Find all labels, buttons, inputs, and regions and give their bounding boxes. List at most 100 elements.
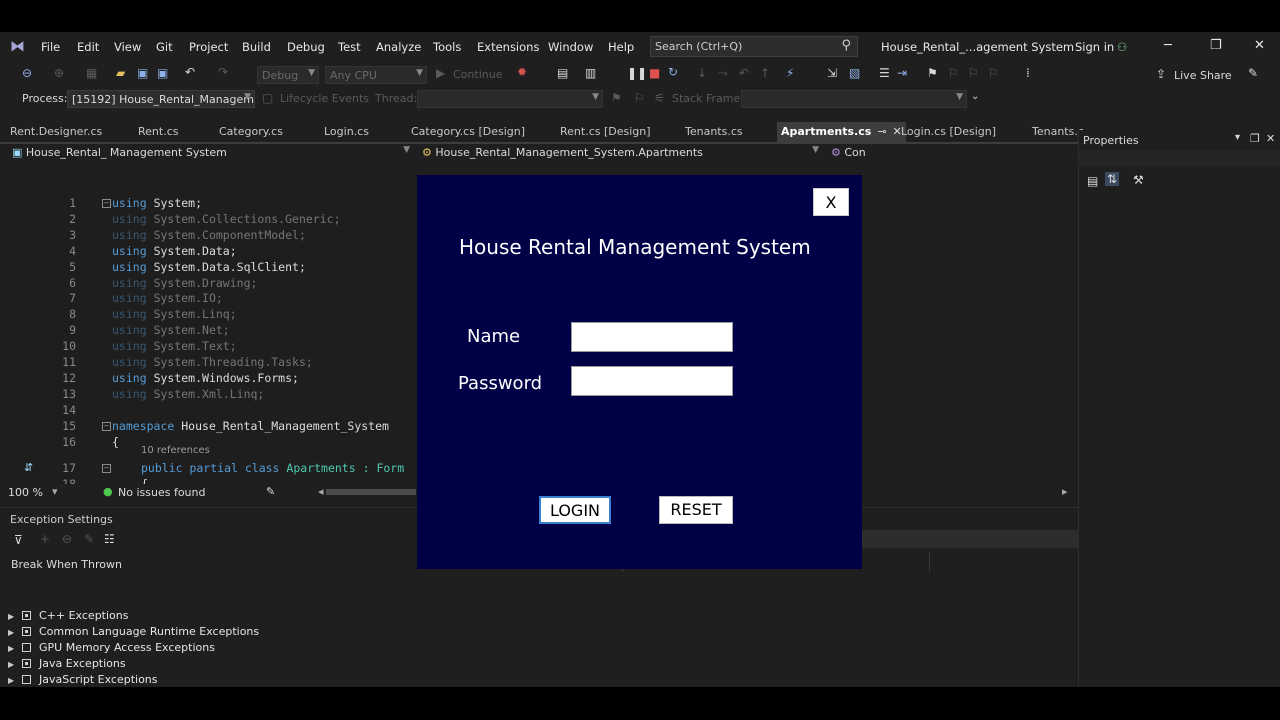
designer-glyph-icon[interactable]: ⇵ [24, 461, 33, 474]
thread-filter-icon[interactable]: ⚐ [634, 91, 645, 105]
open-folder-icon[interactable]: ▰ [116, 66, 125, 80]
next-bookmark-icon[interactable]: ⚐ [968, 66, 979, 80]
brush-icon[interactable]: ✎ [266, 485, 275, 498]
pause-icon[interactable]: ❚❚ [627, 66, 647, 80]
fold-toggle-icon[interactable]: − [102, 199, 111, 208]
menu-window[interactable]: Window [548, 40, 593, 54]
diagnostics-icon[interactable]: ⚡ [786, 66, 794, 80]
live-share-button[interactable]: Live Share [1174, 69, 1232, 82]
tab-rent-design[interactable]: Rent.cs [Design] [560, 125, 651, 138]
forward-icon[interactable]: ⊕ [54, 66, 64, 80]
menu-analyze[interactable]: Analyze [376, 40, 421, 54]
expand-icon[interactable]: ▶ [8, 644, 22, 653]
close-button[interactable]: X [813, 188, 849, 216]
live-share-icon[interactable]: ⇪ [1156, 67, 1166, 81]
expand-icon[interactable]: ▶ [8, 676, 22, 685]
prev-bookmark-icon[interactable]: ⚐ [948, 66, 959, 80]
minimize-icon[interactable]: ─ [1164, 38, 1172, 53]
menu-help[interactable]: Help [608, 40, 634, 54]
browser-icon[interactable]: ▤ [557, 66, 568, 80]
indent-icon[interactable]: ⇥ [897, 66, 907, 80]
configuration-dropdown[interactable]: Debug ▼ [257, 66, 319, 84]
redo-icon[interactable]: ↷ [218, 65, 228, 79]
flag-icon[interactable]: ⚑ [611, 91, 622, 105]
horizontal-scrollbar[interactable] [326, 489, 416, 495]
expand-icon[interactable]: ▶ [8, 612, 22, 621]
close-window-icon[interactable]: ✕ [1254, 38, 1265, 53]
continue-button[interactable]: Continue [453, 68, 502, 81]
exception-category-row[interactable]: ▶ C++ Exceptions [8, 609, 128, 622]
exception-checkbox[interactable] [22, 611, 31, 620]
thread-dropdown[interactable]: ▼ [417, 90, 603, 108]
back-icon[interactable]: ⊖ [22, 66, 32, 80]
exception-category-row[interactable]: ▶ GPU Memory Access Exceptions [8, 641, 215, 654]
hot-reload-icon[interactable]: ✹ [517, 65, 527, 79]
maximize-icon[interactable]: ❐ [1250, 132, 1260, 145]
chevron-down-icon[interactable]: ▾ [52, 485, 58, 498]
menu-debug[interactable]: Debug [287, 40, 325, 54]
exception-category-row[interactable]: ▶ Common Language Runtime Exceptions [8, 625, 259, 638]
reset-button[interactable]: RESET [659, 496, 733, 524]
project-dropdown[interactable]: ▣ House_Rental_ Management System ▼ [8, 144, 413, 162]
member-dropdown[interactable]: ⚙ Con [827, 144, 917, 162]
zoom-level[interactable]: 100 % [8, 486, 43, 499]
lifecycle-icon[interactable]: ▢ [262, 91, 273, 105]
sign-in-link[interactable]: Sign in [1075, 40, 1114, 54]
select-icon[interactable]: ⇲ [827, 66, 837, 80]
properties-object-selector[interactable] [1079, 150, 1280, 166]
menu-build[interactable]: Build [242, 40, 271, 54]
lifecycle-events[interactable]: Lifecycle Events [280, 92, 369, 105]
expand-icon[interactable]: ▶ [8, 660, 22, 669]
menu-edit[interactable]: Edit [77, 40, 99, 54]
chevron-down-icon[interactable]: ▾ [1235, 132, 1240, 143]
threads-icon[interactable]: ⚟ [654, 91, 665, 105]
save-icon[interactable]: ▣ [137, 66, 148, 80]
menu-view[interactable]: View [114, 40, 141, 54]
new-item-icon[interactable]: ▦ [86, 66, 97, 80]
scroll-right-icon[interactable]: ▸ [1062, 485, 1068, 498]
pin-icon[interactable]: ⊸ [877, 125, 886, 138]
property-pages-icon[interactable]: ⚒ [1133, 173, 1144, 187]
login-button[interactable]: LOGIN [539, 496, 611, 524]
menu-extensions[interactable]: Extensions [477, 40, 539, 54]
restart-icon[interactable]: ↻ [668, 65, 678, 79]
account-icon[interactable]: ⚇ [1117, 40, 1127, 54]
overflow-icon[interactable]: ⁞ [1026, 66, 1030, 80]
expand-icon[interactable]: ▶ [8, 628, 22, 637]
align-icon[interactable]: ☰ [879, 66, 890, 80]
fold-toggle-icon[interactable]: − [102, 421, 111, 431]
undo-icon[interactable]: ↶ [185, 65, 195, 79]
menu-file[interactable]: File [41, 40, 60, 54]
step-out-icon[interactable]: ↑ [760, 66, 770, 80]
exception-search-box[interactable] [862, 530, 1078, 548]
platform-dropdown[interactable]: Any CPU ▼ [325, 66, 427, 84]
step-into-icon[interactable]: ↓ [697, 66, 707, 80]
tab-rent-designer[interactable]: Rent.Designer.cs [10, 125, 102, 138]
close-icon[interactable]: ✕ [1266, 132, 1275, 145]
restore-icon[interactable]: ❐ [1210, 38, 1222, 53]
name-input[interactable] [571, 322, 733, 352]
play-icon[interactable]: ▶ [436, 66, 445, 80]
tab-tenants[interactable]: Tenants.cs [685, 125, 743, 138]
stack-frame-dropdown[interactable]: ▼ [741, 90, 967, 108]
step-over-icon[interactable]: ⤳ [718, 66, 728, 81]
exception-checkbox[interactable] [22, 643, 31, 652]
exception-category-row[interactable]: ▶ JavaScript Exceptions [8, 673, 158, 686]
bookmark-icon[interactable]: ⚑ [927, 66, 938, 80]
issues-status[interactable]: No issues found [118, 486, 205, 499]
live-visual-tree-icon[interactable]: ▧ [849, 66, 860, 80]
edit-icon[interactable]: ✎ [84, 532, 94, 546]
menu-tools[interactable]: Tools [433, 40, 461, 54]
toolbar-overflow-icon[interactable]: ⌄ [971, 91, 979, 102]
exception-checkbox[interactable] [22, 675, 31, 684]
exception-category-row[interactable]: ▶ Java Exceptions [8, 657, 126, 670]
exception-checkbox[interactable] [22, 627, 31, 636]
menu-git[interactable]: Git [156, 40, 173, 54]
vs-logo-icon[interactable]: ⧓ [10, 37, 25, 55]
clear-bookmarks-icon[interactable]: ⚐ [988, 66, 999, 80]
tab-category-design[interactable]: Category.cs [Design] [411, 125, 525, 138]
menu-project[interactable]: Project [189, 40, 228, 54]
alphabetical-icon[interactable]: ⇅ [1105, 172, 1120, 186]
stop-icon[interactable]: ■ [649, 66, 660, 80]
remove-icon[interactable]: ⊖ [62, 532, 72, 546]
